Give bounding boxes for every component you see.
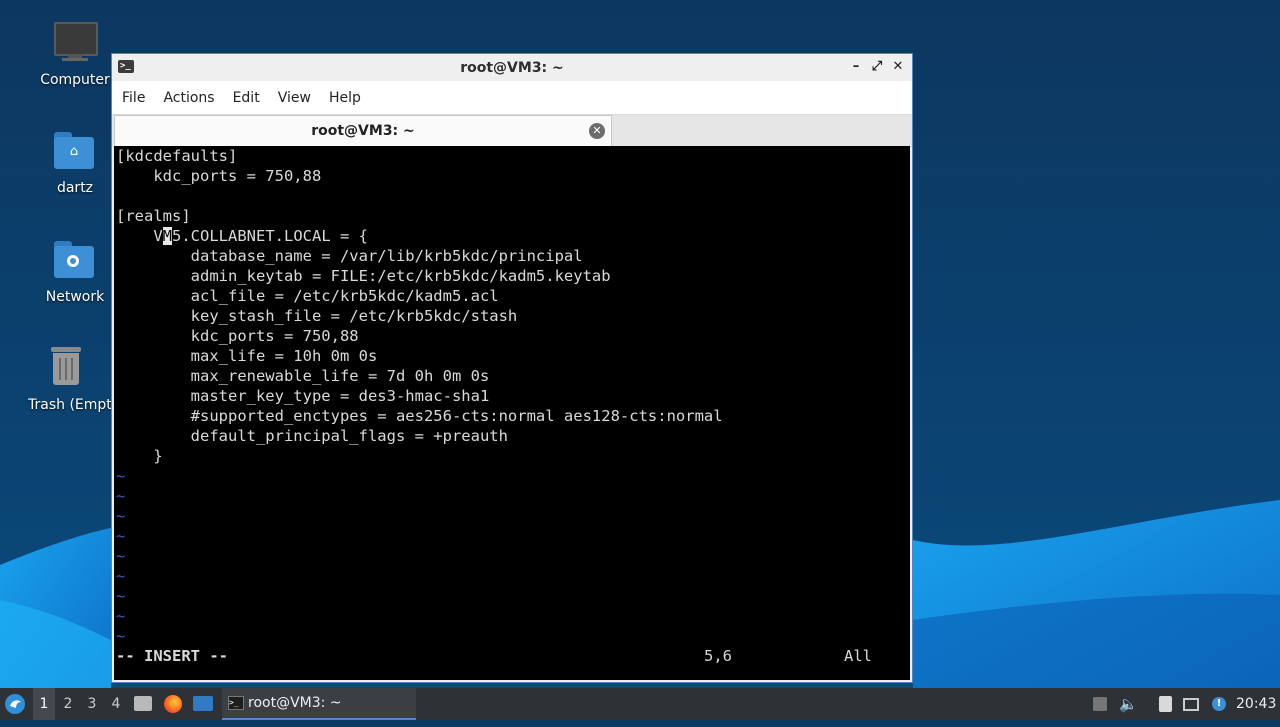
terminal-icon: >_ [228, 696, 244, 710]
workspace-2[interactable]: 2 [57, 688, 79, 720]
terminal-line: database_name = /var/lib/krb5kdc/princip… [116, 247, 583, 265]
desktop-icon-label: Trash (Empty) [28, 397, 111, 413]
firefox-launcher[interactable] [164, 688, 184, 720]
cursor-line-after: 5.COLLABNET.LOCAL = { [172, 227, 368, 245]
vim-tilde-marker: ~ [116, 607, 126, 625]
vim-tilde-marker: ~ [116, 467, 126, 485]
tab-bar: root@VM3: ~ ✕ [112, 114, 912, 147]
network-tray-icon[interactable] [1183, 695, 1201, 713]
terminal-line: master_key_type = des3-hmac-sha1 [116, 387, 490, 405]
terminal-line: acl_file = /etc/krb5kdc/kadm5.acl [116, 287, 499, 305]
network-folder-icon [52, 237, 98, 283]
taskbar-window-label: root@VM3: ~ [248, 695, 342, 711]
home-folder-icon: ⌂ [52, 128, 98, 174]
vim-mode-indicator: -- INSERT -- [116, 647, 228, 665]
vim-tilde-marker: ~ [116, 527, 126, 545]
app-menu-icon [5, 694, 25, 714]
menu-view[interactable]: View [270, 90, 319, 106]
close-button[interactable]: ✕ [889, 58, 907, 76]
clipboard-icon[interactable] [1157, 695, 1175, 713]
tab-label: root@VM3: ~ [311, 123, 415, 139]
terminal-line: kdc_ports = 750,88 [116, 327, 359, 345]
workspace-1[interactable]: 1 [33, 688, 55, 720]
folder-icon [134, 696, 152, 711]
tab-terminal[interactable]: root@VM3: ~ ✕ [114, 115, 612, 146]
terminal-content[interactable]: [kdcdefaults] kdc_ports = 750,88 [realms… [114, 146, 910, 680]
computer-icon [52, 20, 98, 66]
menu-bar: File Actions Edit View Help [112, 81, 912, 114]
maximize-button[interactable]: ⤢ [868, 58, 886, 76]
trash-icon [43, 345, 89, 391]
file-manager-launcher[interactable] [134, 688, 154, 720]
taskbar: 1 2 3 4 >_ root@VM3: ~ 🔈 ! 20:43 [0, 688, 1280, 720]
firefox-icon [164, 695, 182, 713]
vim-tilde-marker: ~ [116, 487, 126, 505]
terminal-line: max_life = 10h 0m 0s [116, 347, 378, 365]
tab-close-icon[interactable]: ✕ [589, 123, 605, 139]
terminal-line: key_stash_file = /etc/krb5kdc/stash [116, 307, 518, 325]
workspace-4[interactable]: 4 [105, 688, 127, 720]
menu-edit[interactable]: Edit [225, 90, 268, 106]
terminal-line: [realms] [116, 207, 191, 225]
volume-icon[interactable]: 🔈 [1119, 695, 1138, 713]
vim-tilde-marker: ~ [116, 587, 126, 605]
vim-tilde-marker: ~ [116, 567, 126, 585]
menu-file[interactable]: File [114, 90, 153, 106]
vim-tilde-marker: ~ [116, 547, 126, 565]
minimize-button[interactable]: – [847, 58, 865, 76]
terminal-line: [kdcdefaults] [116, 147, 238, 165]
terminal-line: #supported_enctypes = aes256-cts:normal … [116, 407, 723, 425]
vim-cursor-position: 5,6 [704, 647, 732, 665]
vim-scroll-indicator: All [844, 647, 872, 665]
desktop-icon-trash[interactable]: Trash (Empty) [20, 345, 111, 413]
terminal-line: } [116, 447, 163, 465]
text-cursor: M [162, 227, 173, 245]
terminal-line: max_renewable_life = 7d 0h 0m 0s [116, 367, 490, 385]
workspace-3[interactable]: 3 [81, 688, 103, 720]
vim-tilde-marker: ~ [116, 627, 126, 645]
vim-tilde-marker: ~ [116, 507, 126, 525]
terminal-line: kdc_ports = 750,88 [116, 167, 322, 185]
terminal-window: >_ root@VM3: ~ – ⤢ ✕ File Actions Edit V… [111, 53, 913, 683]
cursor-line-before: V [116, 227, 163, 245]
clock[interactable]: 20:43 [1236, 688, 1276, 720]
terminal-icon: >_ [118, 60, 134, 73]
window-title: root@VM3: ~ [460, 59, 564, 76]
terminal-line: default_principal_flags = +preauth [116, 427, 508, 445]
menu-actions[interactable]: Actions [155, 90, 222, 106]
terminal-line-cursor: VM5.COLLABNET.LOCAL = { [116, 226, 368, 246]
tray-expand-icon[interactable] [1091, 695, 1109, 713]
taskbar-window-button[interactable]: >_ root@VM3: ~ [222, 688, 416, 720]
window-titlebar[interactable]: >_ root@VM3: ~ – ⤢ ✕ [112, 54, 912, 81]
start-menu-button[interactable] [4, 688, 28, 720]
menu-help[interactable]: Help [321, 90, 369, 106]
desktop-icon [193, 696, 213, 711]
show-desktop-launcher[interactable] [193, 688, 215, 720]
terminal-line: admin_keytab = FILE:/etc/krb5kdc/kadm5.k… [116, 267, 611, 285]
notification-icon[interactable]: ! [1210, 695, 1228, 713]
